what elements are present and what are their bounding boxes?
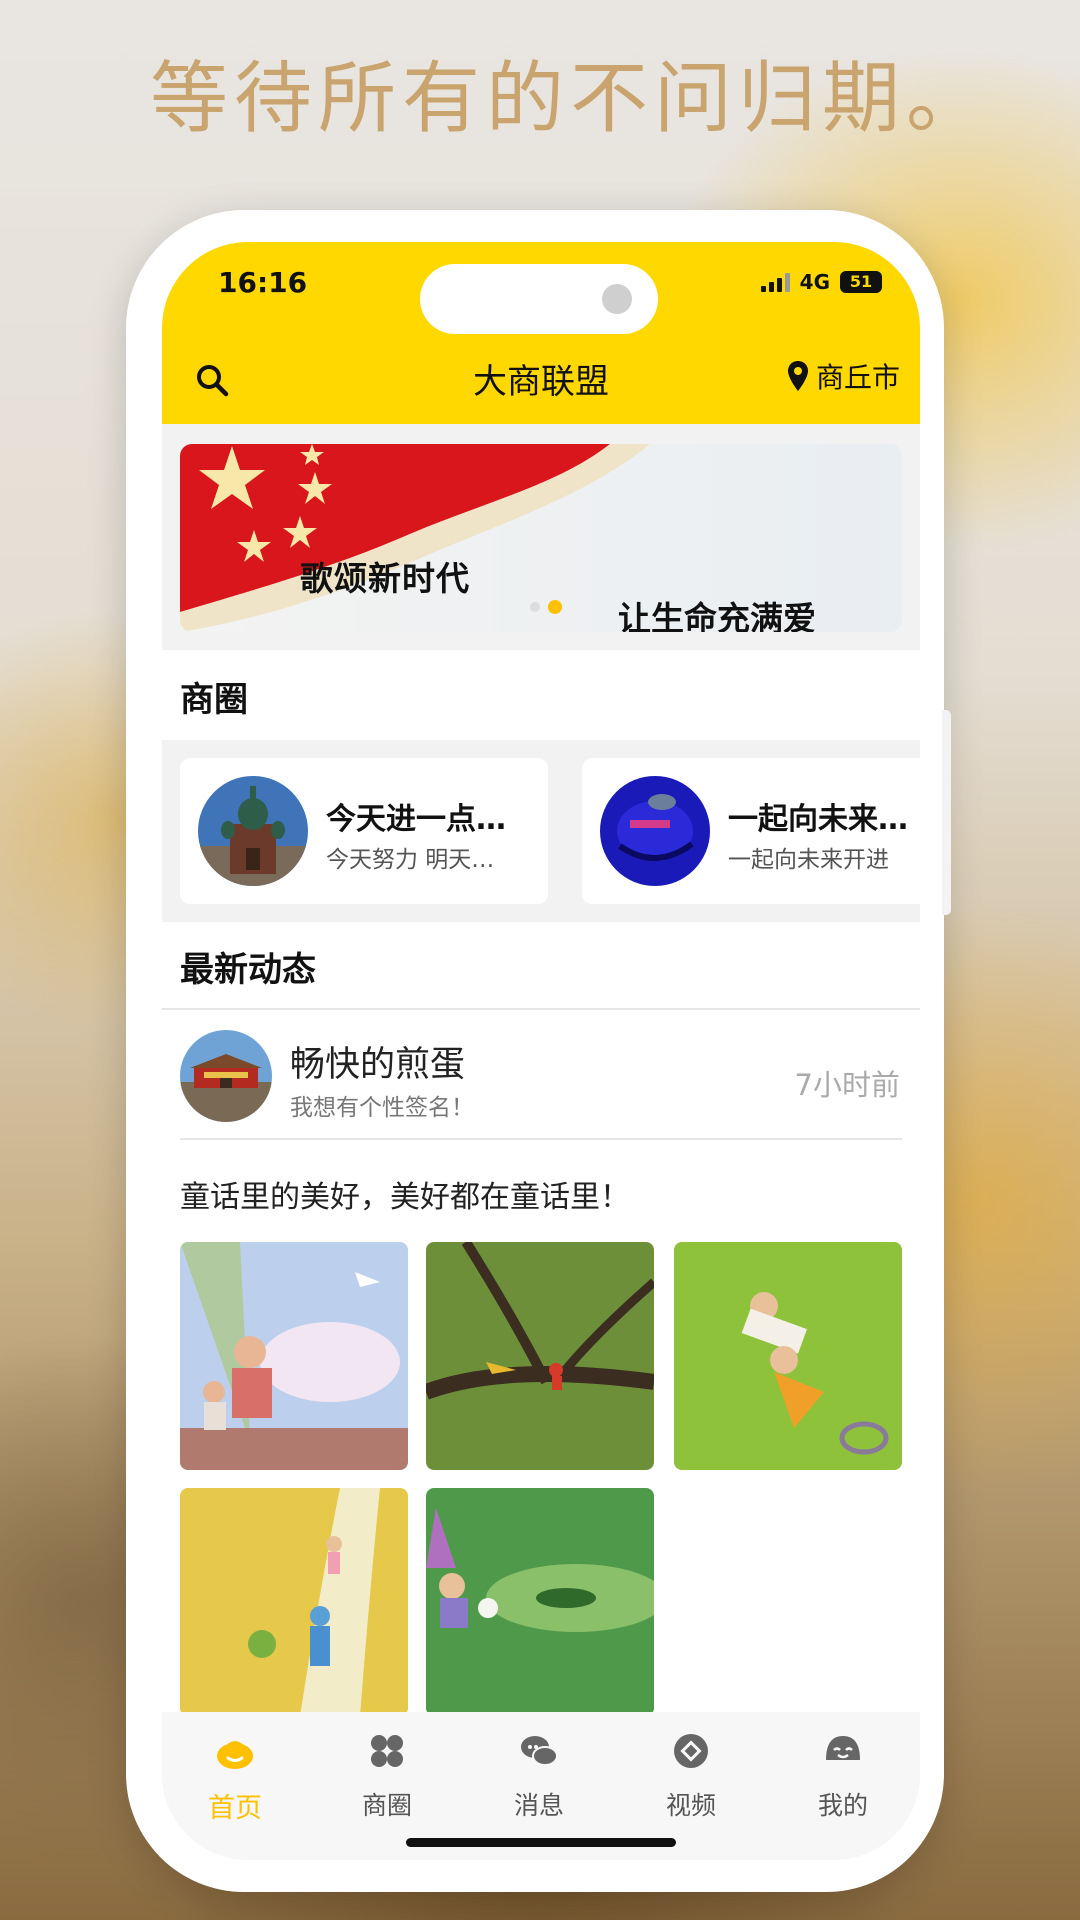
banner-carousel[interactable]: 歌颂新时代 让生命充满爱 bbox=[180, 444, 902, 632]
tab-label: 商圈 bbox=[361, 1791, 412, 1820]
video-icon bbox=[674, 1734, 708, 1768]
author-signature: 我想有个性签名！ bbox=[290, 1095, 474, 1121]
tab-label: 我的 bbox=[817, 1791, 868, 1820]
promo-headline: 等待所有的不问归期。 bbox=[150, 54, 991, 144]
circle-card[interactable]: 一起向未来… 一起向未来开进 bbox=[582, 758, 920, 904]
location-pin-icon bbox=[787, 361, 808, 391]
circle-desc: 今天努力 明天… bbox=[326, 847, 495, 873]
tab-profile[interactable]: 我的 bbox=[783, 1730, 903, 1822]
home-icon bbox=[217, 1741, 253, 1769]
tab-video[interactable]: 视频 bbox=[631, 1730, 751, 1822]
banner-slogan-right: 让生命充满爱 bbox=[618, 599, 816, 632]
carousel-indicator bbox=[530, 600, 562, 614]
status-time: 16:16 bbox=[218, 266, 308, 299]
post-image[interactable] bbox=[426, 1242, 654, 1470]
dynamic-island bbox=[420, 264, 658, 334]
post-time: 7小时前 bbox=[794, 1068, 900, 1102]
circles-title: 商圈 bbox=[180, 680, 248, 720]
post-image[interactable] bbox=[426, 1488, 654, 1716]
battery-icon: 51 bbox=[840, 271, 882, 293]
circle-desc: 一起向未来开进 bbox=[728, 847, 889, 873]
post-image[interactable] bbox=[180, 1242, 408, 1470]
network-type: 4G bbox=[799, 270, 830, 294]
author-avatar[interactable] bbox=[180, 1030, 272, 1122]
banner-slogan-left: 歌颂新时代 bbox=[300, 559, 470, 598]
grid-icon bbox=[371, 1735, 403, 1767]
circle-avatar bbox=[600, 776, 710, 886]
home-indicator[interactable] bbox=[406, 1838, 676, 1847]
camera-dot bbox=[602, 284, 632, 314]
location-selector[interactable]: 商丘市 bbox=[786, 356, 900, 396]
circle-avatar bbox=[198, 776, 308, 886]
carousel-dot[interactable] bbox=[530, 602, 540, 612]
circle-name: 今天进一点… bbox=[326, 802, 506, 837]
phone-frame: 16:16 4G 51 大商联盟 商丘市 歌颂新时代 让生命充满爱 商圈 今天进… bbox=[126, 210, 944, 1892]
tab-label: 首页 bbox=[208, 1793, 262, 1824]
app-screen: 16:16 4G 51 大商联盟 商丘市 歌颂新时代 让生命充满爱 商圈 今天进… bbox=[162, 242, 920, 1860]
chat-icon bbox=[521, 1736, 558, 1766]
author-name[interactable]: 畅快的煎蛋 bbox=[290, 1036, 465, 1087]
circle-name: 一起向未来… bbox=[728, 802, 908, 837]
phone-side-button bbox=[942, 710, 951, 915]
carousel-dot-active[interactable] bbox=[548, 600, 562, 614]
tab-home[interactable]: 首页 bbox=[175, 1730, 295, 1825]
top-bar: 16:16 4G 51 大商联盟 商丘市 bbox=[162, 242, 920, 424]
status-icons: 4G 51 bbox=[760, 270, 882, 294]
circles-list: 今天进一点… 今天努力 明天… 一起向未来… 一起向未来开进 bbox=[162, 740, 920, 922]
signal-icon bbox=[760, 272, 790, 292]
divider bbox=[180, 1138, 902, 1140]
post-image[interactable] bbox=[180, 1488, 408, 1716]
tab-circles[interactable]: 商圈 bbox=[327, 1730, 447, 1822]
profile-icon bbox=[826, 1736, 860, 1760]
tab-label: 消息 bbox=[513, 1791, 564, 1820]
circles-header: 商圈 bbox=[162, 650, 920, 740]
feed-title: 最新动态 bbox=[180, 950, 316, 990]
circle-card[interactable]: 今天进一点… 今天努力 明天… bbox=[180, 758, 548, 904]
tab-label: 视频 bbox=[665, 1791, 716, 1820]
post-text: 童话里的美好，美好都在童话里！ bbox=[180, 1180, 630, 1215]
post-image[interactable] bbox=[674, 1242, 902, 1470]
divider bbox=[162, 1008, 920, 1010]
location-label: 商丘市 bbox=[815, 361, 900, 394]
tab-messages[interactable]: 消息 bbox=[479, 1730, 599, 1822]
